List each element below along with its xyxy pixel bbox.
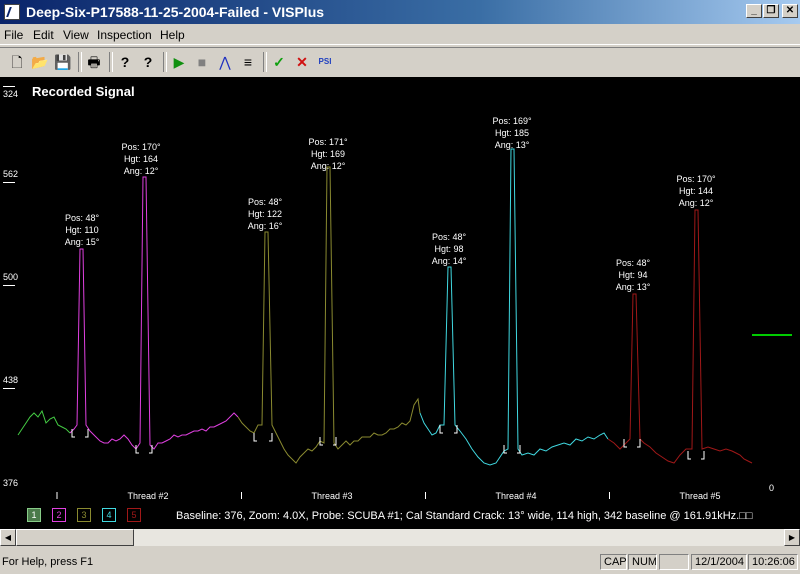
status-time: 10:26:06: [748, 554, 798, 570]
peak-annotation: Pos: 48° Hgt: 122 Ang: 16°: [247, 197, 283, 231]
channel-1-button[interactable]: 1: [27, 508, 41, 522]
peak-annotation: Pos: 170° Hgt: 144 Ang: 12°: [676, 174, 716, 208]
title-bar: Deep-Six-P17588-11-25-2004-Failed - VISP…: [0, 0, 800, 24]
y-label-324: 324: [3, 89, 19, 99]
y-label-562: 562: [3, 169, 19, 179]
minimize-button[interactable]: _: [746, 4, 762, 18]
plot-title: Recorded Signal: [32, 84, 135, 99]
context-help-icon[interactable]: ?: [137, 51, 159, 73]
menu-file[interactable]: File: [4, 28, 23, 42]
thread-separator: [609, 492, 610, 499]
thread-separator: [241, 492, 242, 499]
thread-label: Thread #2: [127, 491, 169, 501]
signal-plot[interactable]: Recorded Signal 324 562 500 438 376 Pos:…: [0, 77, 800, 529]
thread-label: Thread #4: [495, 491, 537, 501]
channel-3-button[interactable]: 3: [77, 508, 91, 522]
scroll-right-button[interactable]: ▶: [784, 529, 800, 546]
cross-icon[interactable]: ✕: [291, 51, 313, 73]
x-zero-label: 0: [769, 483, 775, 493]
peak-annotation: Pos: 48° Hgt: 110 Ang: 15°: [64, 213, 100, 247]
peak-annotation: Pos: 48° Hgt: 94 Ang: 13°: [615, 258, 651, 292]
status-blank: [659, 554, 689, 570]
peak-annotation: Pos: 169° Hgt: 185 Ang: 13°: [492, 116, 532, 150]
open-folder-icon[interactable]: 📂: [29, 51, 51, 73]
printer-icon[interactable]: 🖶: [83, 51, 105, 73]
channel-5-button[interactable]: 5: [127, 508, 141, 522]
menu-view[interactable]: View: [63, 28, 89, 42]
peak-annotation: Pos: 170° Hgt: 164 Ang: 12°: [121, 142, 161, 176]
menu-help[interactable]: Help: [160, 28, 185, 42]
toolbar: 🗋 📂 💾 🖶 ? ? ▶ ■ ⋀ ≡ ✓ ✕ PSI: [0, 47, 800, 76]
status-cap: CAP: [600, 554, 627, 570]
lines-icon[interactable]: ≡: [237, 51, 259, 73]
peak-annotation: Pos: 171° Hgt: 169 Ang: 12°: [308, 137, 348, 171]
y-tick: [3, 86, 15, 87]
y-label-500: 500: [3, 272, 19, 282]
thread-label: Thread #5: [679, 491, 721, 501]
help-icon[interactable]: ?: [114, 51, 136, 73]
channel-4-button[interactable]: 4: [102, 508, 116, 522]
menu-inspection[interactable]: Inspection: [97, 28, 152, 42]
status-bar: For Help, press F1 CAP NUM 12/1/2004 10:…: [0, 550, 800, 574]
y-tick: [3, 285, 15, 286]
play-icon[interactable]: ▶: [168, 51, 190, 73]
close-button[interactable]: ✕: [782, 4, 798, 18]
baseline-info: Baseline: 376, Zoom: 4.0X, Probe: SCUBA …: [176, 510, 753, 522]
window-title: Deep-Six-P17588-11-25-2004-Failed - VISP…: [26, 4, 325, 20]
peak-icon[interactable]: ⋀: [214, 51, 236, 73]
thread-label: Thread #3: [311, 491, 353, 501]
app-icon[interactable]: [4, 4, 20, 20]
y-tick: [3, 388, 15, 389]
y-tick: [3, 182, 15, 183]
menu-bar: File Edit View Inspection Help: [0, 25, 800, 45]
horizontal-scrollbar[interactable]: ◀ ▶: [0, 529, 800, 546]
peak-annotation: Pos: 48° Hgt: 98 Ang: 14°: [431, 232, 467, 266]
status-help-text: For Help, press F1: [2, 556, 94, 568]
save-disk-icon[interactable]: 💾: [52, 51, 74, 73]
scroll-left-button[interactable]: ◀: [0, 529, 16, 546]
scroll-thumb[interactable]: [16, 529, 134, 546]
y-label-438: 438: [3, 375, 19, 385]
maximize-button[interactable]: ❐: [763, 4, 779, 18]
new-document-icon[interactable]: 🗋: [6, 51, 28, 73]
status-num: NUM: [628, 554, 657, 570]
status-date: 12/1/2004: [691, 554, 747, 570]
thread-separator: [425, 492, 426, 499]
channel-2-button[interactable]: 2: [52, 508, 66, 522]
y-label-376: 376: [3, 478, 19, 488]
menu-edit[interactable]: Edit: [33, 28, 54, 42]
check-icon[interactable]: ✓: [268, 51, 290, 73]
stop-icon[interactable]: ■: [191, 51, 213, 73]
psi-icon[interactable]: PSI: [314, 51, 336, 73]
